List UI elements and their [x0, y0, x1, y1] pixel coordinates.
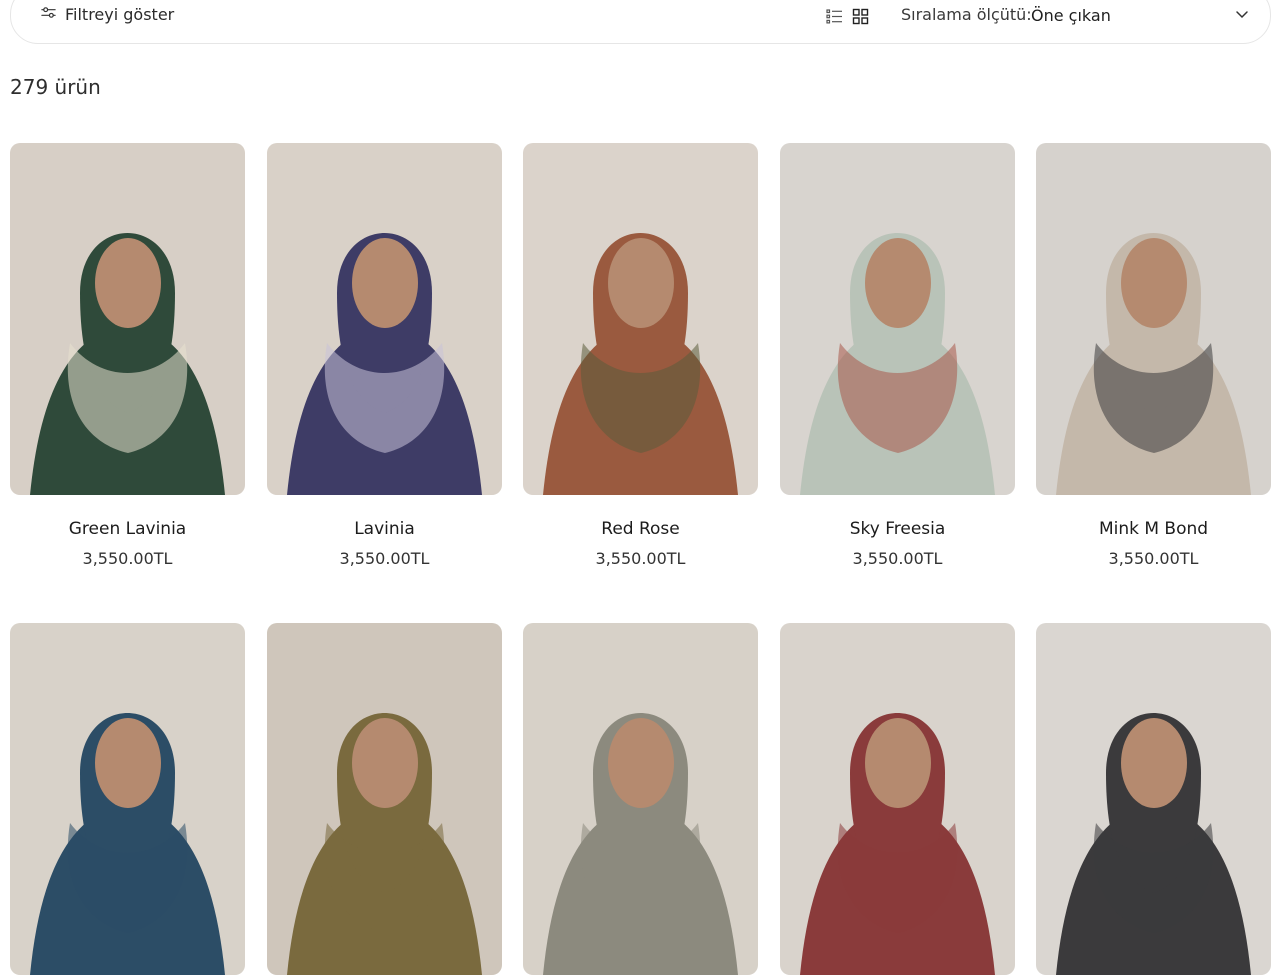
chevron-down-icon: [1235, 6, 1249, 25]
product-count: 279 ürün: [10, 75, 101, 99]
product-image[interactable]: [267, 623, 502, 975]
sort-select[interactable]: Öne çıkan: [1031, 0, 1251, 31]
sort-value: Öne çıkan: [1031, 5, 1111, 25]
toolbar: Filtreyi göster Sıralama ölçütü: Öne çık…: [10, 0, 1271, 44]
product-price: 3,550.00TL: [852, 549, 943, 568]
product-card[interactable]: [1036, 623, 1271, 975]
product-card[interactable]: Red Rose 3,550.00TL: [523, 143, 758, 568]
sort-label: Sıralama ölçütü:: [901, 5, 1032, 24]
product-price: 3,550.00TL: [595, 549, 686, 568]
product-card[interactable]: Green Lavinia 3,550.00TL: [10, 143, 245, 568]
product-name[interactable]: Lavinia: [267, 519, 502, 539]
product-price: 3,550.00TL: [1108, 549, 1199, 568]
product-image[interactable]: [1036, 143, 1271, 495]
product-card[interactable]: Mink M Bond 3,550.00TL: [1036, 143, 1271, 568]
product-name[interactable]: Red Rose: [523, 519, 758, 539]
product-price: 3,550.00TL: [82, 549, 173, 568]
product-price: 3,550.00TL: [339, 549, 430, 568]
product-name[interactable]: Mink M Bond: [1036, 519, 1271, 539]
product-image[interactable]: [523, 623, 758, 975]
grid-view-icon[interactable]: [852, 8, 869, 25]
product-image[interactable]: [10, 623, 245, 975]
product-image[interactable]: [780, 623, 1015, 975]
filter-icon: [41, 5, 56, 24]
product-card[interactable]: [780, 623, 1015, 975]
product-name[interactable]: Green Lavinia: [10, 519, 245, 539]
product-card[interactable]: [267, 623, 502, 975]
product-card[interactable]: [10, 623, 245, 975]
product-image[interactable]: [1036, 623, 1271, 975]
product-card[interactable]: Lavinia 3,550.00TL: [267, 143, 502, 568]
product-image[interactable]: [267, 143, 502, 495]
product-image[interactable]: [780, 143, 1015, 495]
show-filter-button[interactable]: Filtreyi göster: [41, 5, 174, 24]
list-view-icon[interactable]: [826, 8, 843, 25]
product-card[interactable]: [523, 623, 758, 975]
product-card[interactable]: Sky Freesia 3,550.00TL: [780, 143, 1015, 568]
product-image[interactable]: [10, 143, 245, 495]
filter-label: Filtreyi göster: [65, 5, 175, 24]
product-name[interactable]: Sky Freesia: [780, 519, 1015, 539]
product-image[interactable]: [523, 143, 758, 495]
